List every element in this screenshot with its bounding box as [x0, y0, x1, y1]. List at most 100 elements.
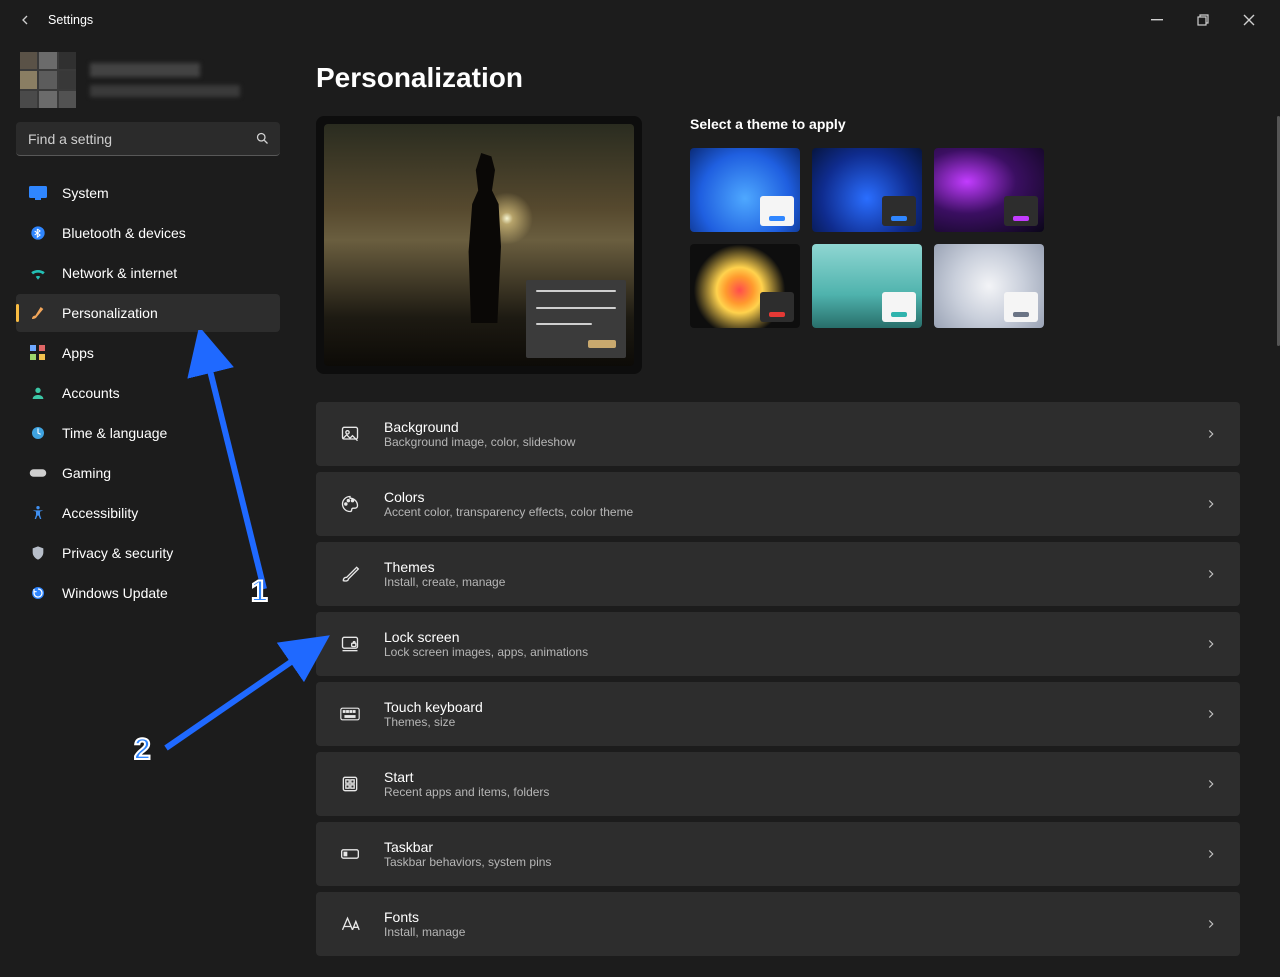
shield-icon	[30, 545, 46, 561]
system-icon	[29, 186, 47, 200]
update-icon	[30, 585, 46, 601]
nav-label: Gaming	[62, 465, 111, 481]
theme-thumb-5[interactable]	[934, 244, 1044, 328]
theme-swatch	[882, 196, 916, 226]
theme-thumb-3[interactable]	[690, 244, 800, 328]
card-desc: Taskbar behaviors, system pins	[384, 855, 551, 869]
nav-accessibility[interactable]: Accessibility	[16, 494, 280, 532]
card-title: Taskbar	[384, 839, 551, 855]
accessibility-icon	[30, 505, 46, 521]
card-start[interactable]: StartRecent apps and items, folders	[316, 752, 1240, 816]
search-box[interactable]	[16, 122, 280, 156]
card-lock-screen[interactable]: Lock screenLock screen images, apps, ani…	[316, 612, 1240, 676]
themes-header: Select a theme to apply	[690, 116, 1044, 132]
nav-time-language[interactable]: Time & language	[16, 414, 280, 452]
card-touch-keyboard[interactable]: Touch keyboardThemes, size	[316, 682, 1240, 746]
card-title: Colors	[384, 489, 633, 505]
card-taskbar[interactable]: TaskbarTaskbar behaviors, system pins	[316, 822, 1240, 886]
chevron-right-icon	[1204, 567, 1218, 581]
card-desc: Themes, size	[384, 715, 483, 729]
nav-network[interactable]: Network & internet	[16, 254, 280, 292]
nav-bluetooth[interactable]: Bluetooth & devices	[16, 214, 280, 252]
card-desc: Install, create, manage	[384, 575, 505, 589]
maximize-button[interactable]	[1180, 4, 1226, 36]
chevron-right-icon	[1204, 707, 1218, 721]
card-title: Touch keyboard	[384, 699, 483, 715]
minimize-icon	[1151, 14, 1163, 26]
chevron-right-icon	[1204, 917, 1218, 931]
page-title: Personalization	[316, 62, 1240, 94]
nav-privacy-security[interactable]: Privacy & security	[16, 534, 280, 572]
nav-apps[interactable]: Apps	[16, 334, 280, 372]
back-button[interactable]	[8, 3, 42, 37]
nav-personalization[interactable]: Personalization	[16, 294, 280, 332]
chevron-right-icon	[1204, 427, 1218, 441]
window-controls	[1134, 4, 1272, 36]
search-icon	[255, 131, 270, 146]
close-button[interactable]	[1226, 4, 1272, 36]
nav-label: Apps	[62, 345, 94, 361]
theme-swatch	[882, 292, 916, 322]
bluetooth-icon	[30, 225, 46, 241]
arrow-left-icon	[17, 12, 33, 28]
nav-label: Bluetooth & devices	[62, 225, 186, 241]
desktop-preview	[316, 116, 642, 374]
clock-globe-icon	[30, 425, 46, 441]
chevron-right-icon	[1204, 847, 1218, 861]
preview-accent-sample	[526, 280, 626, 358]
theme-swatch	[1004, 292, 1038, 322]
themes-section: Select a theme to apply	[690, 116, 1044, 328]
chevron-right-icon	[1204, 777, 1218, 791]
nav-label: Accessibility	[62, 505, 138, 521]
nav-system[interactable]: System	[16, 174, 280, 212]
card-desc: Recent apps and items, folders	[384, 785, 549, 799]
app-title: Settings	[48, 13, 93, 27]
nav-accounts[interactable]: Accounts	[16, 374, 280, 412]
background-icon	[338, 424, 362, 444]
card-colors[interactable]: ColorsAccent color, transparency effects…	[316, 472, 1240, 536]
theme-thumb-2[interactable]	[934, 148, 1044, 232]
card-title: Background	[384, 419, 575, 435]
nav-windows-update[interactable]: Windows Update	[16, 574, 280, 612]
nav-gaming[interactable]: Gaming	[16, 454, 280, 492]
titlebar: Settings	[0, 0, 1280, 40]
avatar	[20, 52, 76, 108]
card-background[interactable]: BackgroundBackground image, color, slide…	[316, 402, 1240, 466]
card-themes[interactable]: ThemesInstall, create, manage	[316, 542, 1240, 606]
nav-label: Privacy & security	[62, 545, 173, 561]
chevron-right-icon	[1204, 637, 1218, 651]
user-block[interactable]	[16, 48, 280, 122]
card-desc: Background image, color, slideshow	[384, 435, 575, 449]
card-desc: Accent color, transparency effects, colo…	[384, 505, 633, 519]
theme-swatch	[760, 292, 794, 322]
nav-label: System	[62, 185, 109, 201]
wifi-icon	[29, 266, 47, 280]
colors-icon	[338, 494, 362, 514]
paintbrush-icon	[30, 305, 46, 321]
close-icon	[1243, 14, 1255, 26]
card-fonts[interactable]: FontsInstall, manage	[316, 892, 1240, 956]
start-icon	[338, 774, 362, 794]
theme-thumb-1[interactable]	[812, 148, 922, 232]
theme-thumb-0[interactable]	[690, 148, 800, 232]
minimize-button[interactable]	[1134, 4, 1180, 36]
themes-icon	[338, 564, 362, 584]
person-icon	[30, 385, 46, 401]
nav-label: Personalization	[62, 305, 158, 321]
search-input[interactable]	[26, 130, 247, 148]
card-title: Themes	[384, 559, 505, 575]
taskbar-icon	[338, 847, 362, 861]
theme-swatch	[760, 196, 794, 226]
card-desc: Install, manage	[384, 925, 465, 939]
theme-swatch	[1004, 196, 1038, 226]
restore-icon	[1197, 14, 1209, 26]
theme-thumb-4[interactable]	[812, 244, 922, 328]
nav-label: Network & internet	[62, 265, 177, 281]
card-desc: Lock screen images, apps, animations	[384, 645, 588, 659]
gamepad-icon	[29, 466, 47, 480]
main-content: Personalization Select a theme to apply …	[296, 40, 1280, 977]
nav-label: Accounts	[62, 385, 120, 401]
fonts-icon	[338, 915, 362, 933]
nav-label: Time & language	[62, 425, 167, 441]
sidebar: System Bluetooth & devices Network & int…	[0, 40, 296, 977]
